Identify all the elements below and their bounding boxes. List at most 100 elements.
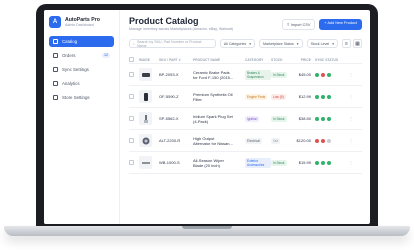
sidebar-item-catalog[interactable]: Catalog xyxy=(49,36,114,47)
stock-badge: In Stock xyxy=(271,159,287,166)
product-thumbnail xyxy=(139,90,152,103)
grid-view-icon[interactable]: ▦ xyxy=(353,39,362,48)
sort-select[interactable]: Stock Level ▾ xyxy=(306,39,338,48)
sync-status-dot xyxy=(321,116,325,121)
category-select[interactable]: All Categories ▾ xyxy=(219,39,256,48)
sidebar-item-label: Analytics xyxy=(62,81,80,86)
product-table: IMAGE SKU / PART # PRODUCT NAME CATEGORY… xyxy=(129,56,362,174)
product-thumbnail xyxy=(139,68,152,81)
category-badge: Exterior Accessories xyxy=(245,157,271,168)
table-row[interactable]: ALT-2200-R High Output Alternator for Ni… xyxy=(129,130,362,152)
marketplace-select[interactable]: Marketplace Status ▾ xyxy=(259,39,303,48)
price-cell: $120.00 xyxy=(296,138,311,143)
row-checkbox[interactable] xyxy=(129,116,134,121)
sync-status-dot xyxy=(321,138,325,143)
stock-badge: In Stock xyxy=(271,71,287,78)
gear-icon xyxy=(53,95,58,100)
sidebar-item-label: Store Settings xyxy=(62,95,90,100)
search-placeholder: Search by SKU, Part Number or Product Na… xyxy=(137,39,202,48)
row-checkbox[interactable] xyxy=(129,138,134,143)
main-content: Product Catalog Manage inventory across … xyxy=(121,10,370,224)
sort-select-value: Stock Level xyxy=(310,41,330,46)
sidebar-item-orders[interactable]: Orders 12 xyxy=(49,50,114,61)
category-badge: Electrical xyxy=(245,137,262,144)
chevron-down-icon: ▾ xyxy=(296,41,299,46)
table-row[interactable]: SP-5562-X Iridium Spark Plug Set (4-Pack… xyxy=(129,108,362,130)
sku-cell: BP-2093-X xyxy=(159,72,179,77)
sidebar-item-sync-settings[interactable]: Sync Settings xyxy=(49,64,114,75)
product-name-cell: Premium Synthetic Oil Filter xyxy=(193,91,233,102)
category-badge: Brakes & Suspension xyxy=(245,69,271,80)
sidebar-nav: Catalog Orders 12 Sync Settings Analytics Sto… xyxy=(49,36,114,103)
list-view-icon[interactable]: ≡ xyxy=(342,39,351,48)
price-cell: $12.99 xyxy=(298,94,311,99)
table-row[interactable]: OF-5590-Z Premium Synthetic Oil Filter E… xyxy=(129,86,362,108)
sync-status-dot xyxy=(315,138,319,143)
sync-status-dot xyxy=(315,72,319,77)
header-sku: SKU / PART # xyxy=(159,57,181,62)
stock-badge: Out xyxy=(271,137,281,144)
sync-status-dot xyxy=(315,94,319,99)
more-options-icon[interactable]: ⋮ xyxy=(345,94,357,99)
row-checkbox[interactable] xyxy=(129,160,134,165)
more-options-icon[interactable]: ⋮ xyxy=(345,116,357,121)
page-title: Product Catalog xyxy=(129,16,199,26)
sidebar-item-label: Orders xyxy=(62,53,76,58)
price-cell: $38.50 xyxy=(298,116,311,121)
select-all-checkbox[interactable] xyxy=(129,57,134,62)
sync-status-dot xyxy=(327,94,331,99)
more-options-icon[interactable]: ⋮ xyxy=(345,72,357,77)
row-checkbox[interactable] xyxy=(129,72,134,77)
sync-status-dot xyxy=(321,72,325,77)
sync-status-dot xyxy=(327,138,331,143)
header-image: IMAGE xyxy=(139,57,150,62)
category-badge: Engine Parts xyxy=(245,93,268,100)
sidebar: A AutoParts Pro Admin Dashboard Catalog O… xyxy=(44,10,120,224)
page-subtitle: Manage inventory across Marketplaces (Am… xyxy=(129,27,234,31)
row-checkbox[interactable] xyxy=(129,94,134,99)
sidebar-item-store-settings[interactable]: Store Settings xyxy=(49,92,114,103)
chevron-down-icon: ▾ xyxy=(332,41,334,46)
app-screen: A AutoParts Pro Admin Dashboard Catalog O… xyxy=(44,10,370,224)
stock-badge: In Stock xyxy=(271,115,287,122)
sync-status-dot xyxy=(321,94,325,99)
sync-status-dot xyxy=(315,116,319,121)
table-header: IMAGE SKU / PART # PRODUCT NAME CATEGORY… xyxy=(129,56,362,64)
header-category: CATEGORY xyxy=(245,57,264,62)
filter-bar: ⌕ Search by SKU, Part Number or Product … xyxy=(129,39,362,48)
table-row[interactable]: BP-2093-X Ceramic Brake Pads for Ford F-… xyxy=(129,64,362,86)
brand: A AutoParts Pro Admin Dashboard xyxy=(49,16,114,28)
category-badge: Ignition xyxy=(245,115,260,122)
brand-logo-icon: A xyxy=(49,16,61,28)
header-sync-status: SYNC STATUS xyxy=(315,57,339,62)
sidebar-item-label: Sync Settings xyxy=(62,67,89,72)
header-stock: STOCK xyxy=(271,57,283,62)
page-header: Product Catalog Manage inventory across … xyxy=(129,16,362,31)
upload-icon: ⇪ xyxy=(286,23,290,27)
sync-status-cell xyxy=(315,72,345,77)
search-input[interactable]: ⌕ Search by SKU, Part Number or Product … xyxy=(129,39,216,48)
sku-cell: SP-5562-X xyxy=(159,116,179,121)
sync-status-cell xyxy=(315,116,345,121)
app-subtitle: Admin Dashboard xyxy=(65,23,94,27)
product-thumbnail xyxy=(139,112,152,125)
header-product-name: PRODUCT NAME xyxy=(193,57,221,62)
more-options-icon[interactable]: ⋮ xyxy=(345,138,357,143)
search-icon: ⌕ xyxy=(133,41,136,46)
header-price: PRICE xyxy=(300,57,311,62)
table-row[interactable]: WB-1000-S All-Season Wiper Blade (20 inc… xyxy=(129,152,362,174)
product-name-cell: High Output Alternator for Nissan... xyxy=(193,135,233,146)
grid-icon xyxy=(53,39,58,44)
sidebar-item-analytics[interactable]: Analytics xyxy=(49,78,114,89)
sync-status-dot xyxy=(327,160,331,165)
import-csv-button[interactable]: ⇪ Import CSV xyxy=(281,19,316,30)
sync-status-dot xyxy=(315,160,319,165)
chevron-down-icon: ▾ xyxy=(249,41,252,46)
sync-status-dot xyxy=(327,116,331,121)
sync-status-cell xyxy=(315,160,345,165)
price-cell: $45.00 xyxy=(298,72,311,77)
more-options-icon[interactable]: ⋮ xyxy=(345,160,357,165)
add-product-button[interactable]: + Add New Product xyxy=(319,19,362,30)
sku-cell: OF-5590-Z xyxy=(159,94,179,99)
sync-status-cell xyxy=(315,138,345,143)
